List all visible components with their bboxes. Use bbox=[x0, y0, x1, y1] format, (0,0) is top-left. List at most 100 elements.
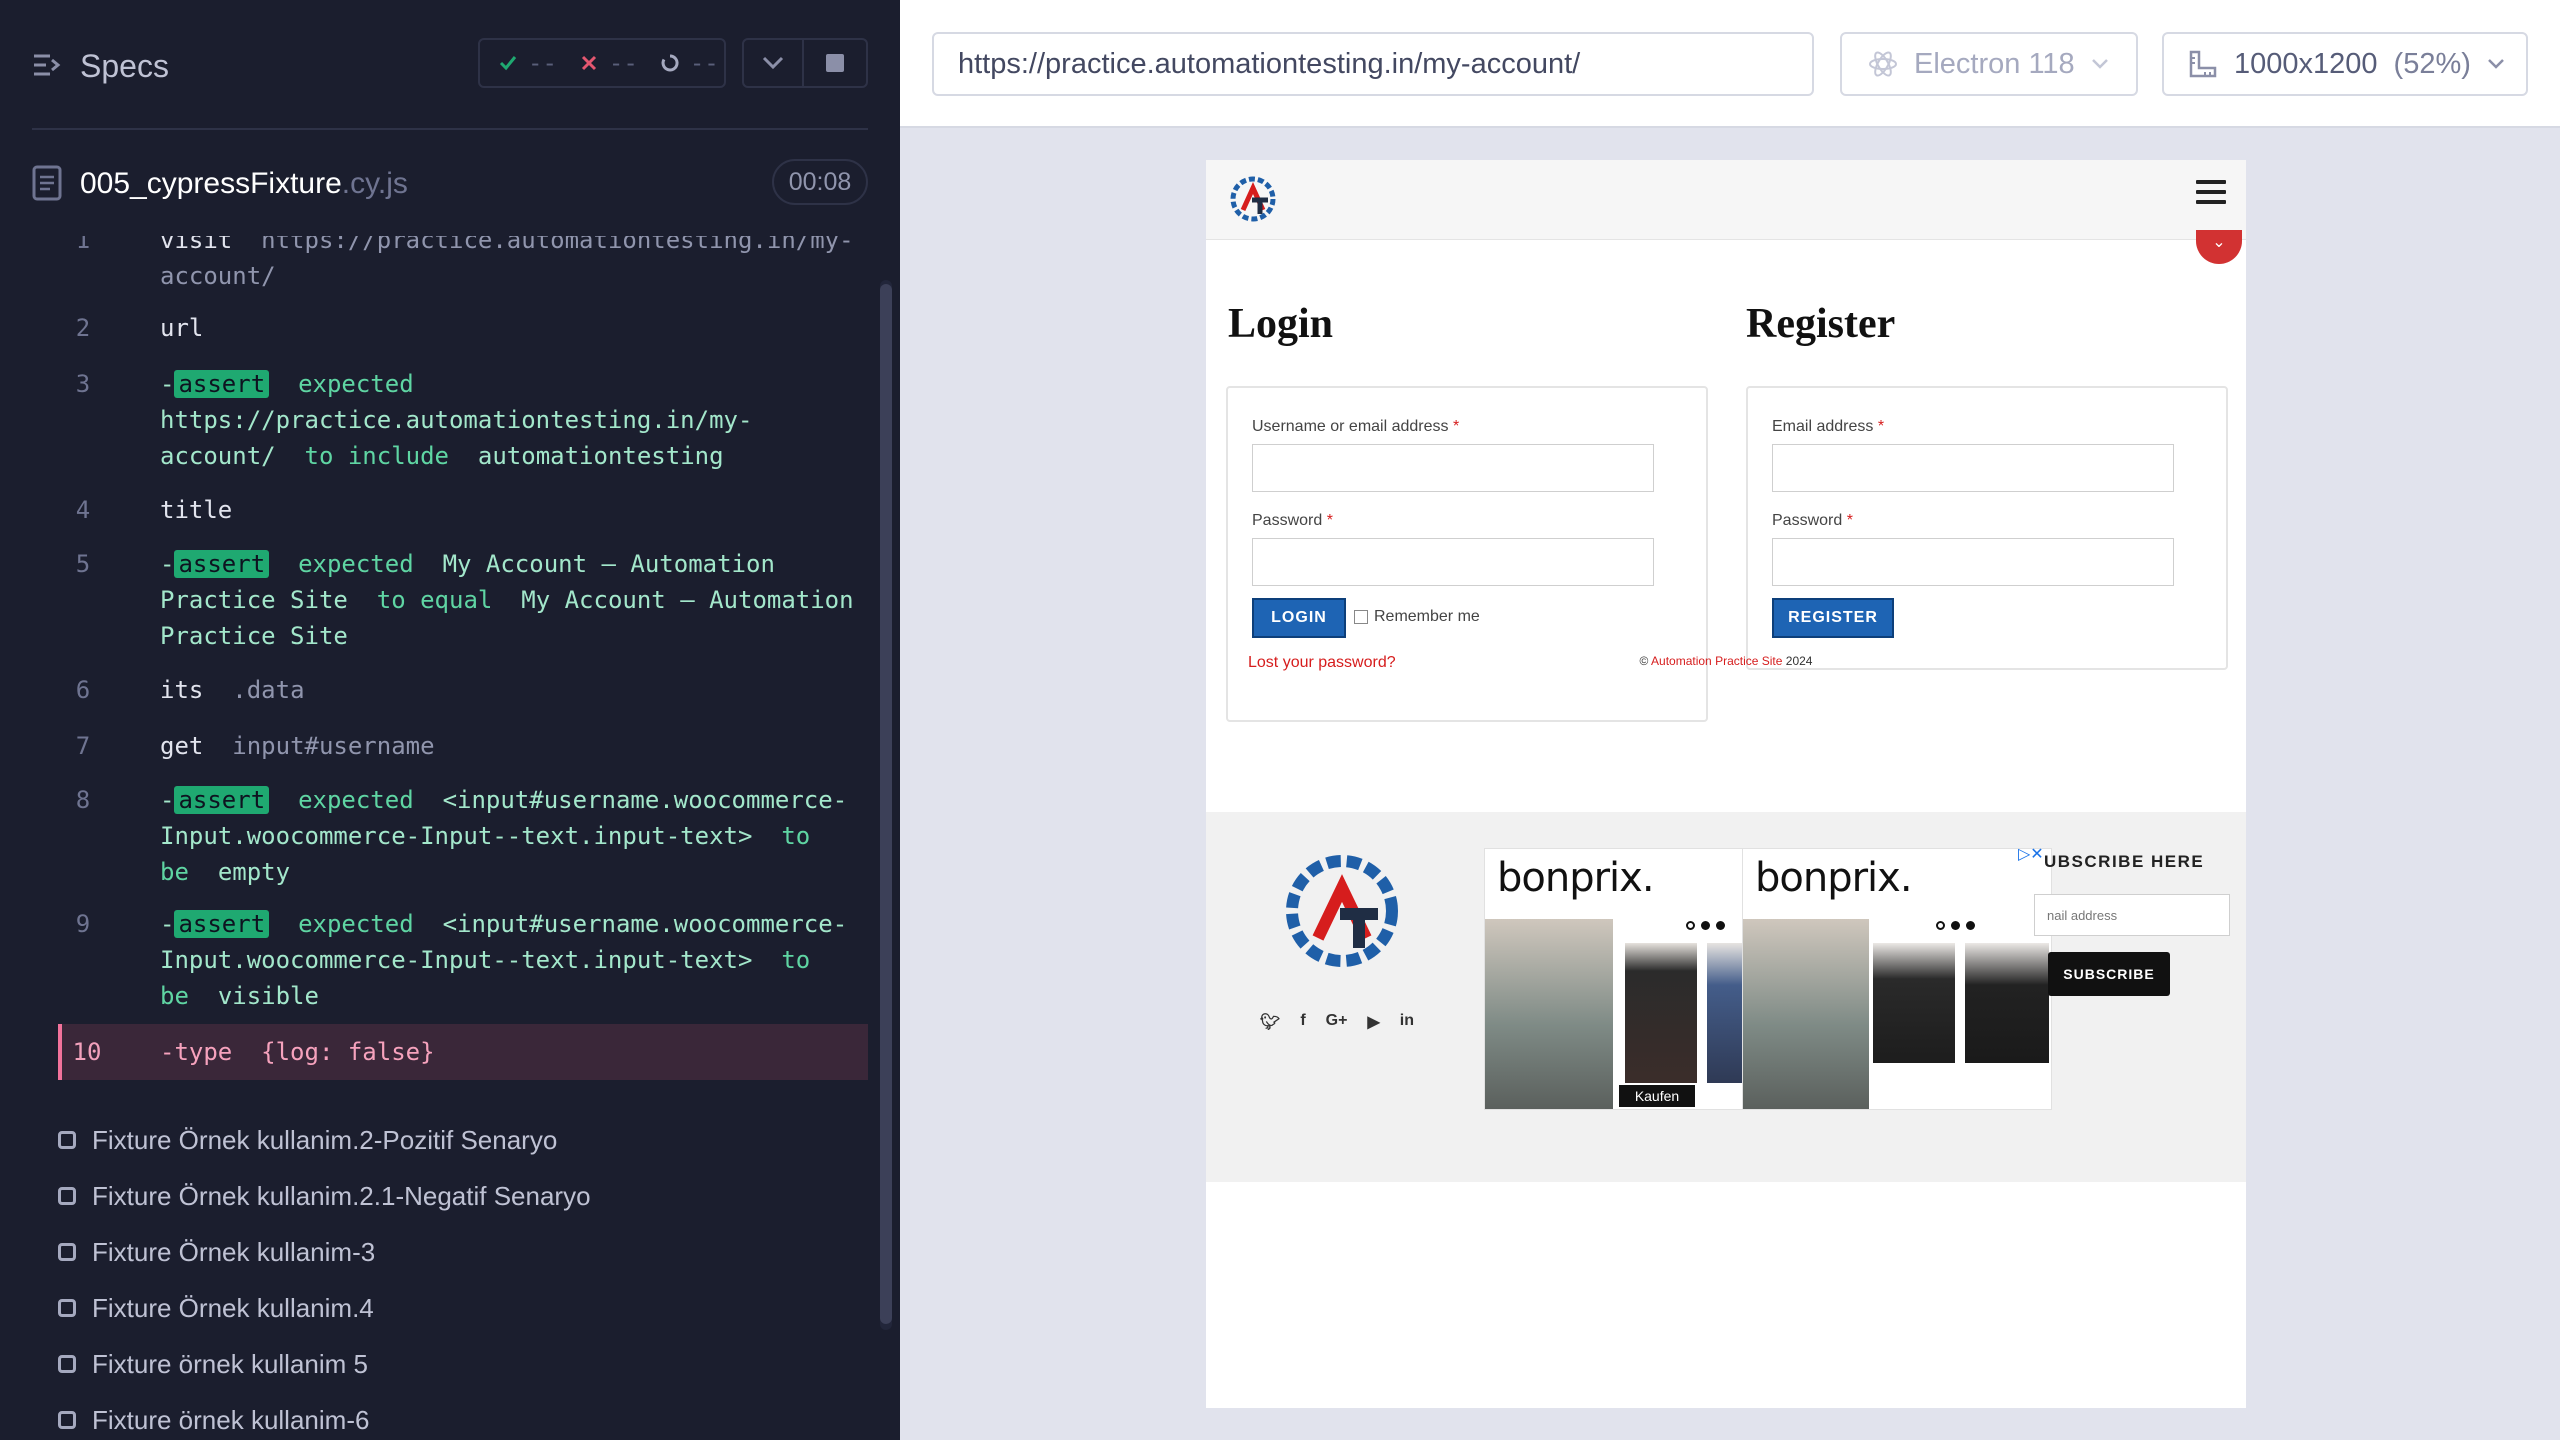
command-row[interactable]: 5 - assert expected My Account – Automati… bbox=[58, 546, 868, 654]
copyright: © Automation Practice Site 2024 bbox=[1639, 654, 1813, 668]
file-icon bbox=[32, 165, 62, 201]
spec-file-row: 005_cypressFixture.cy.js 00:08 bbox=[0, 155, 900, 211]
test-item[interactable]: Fixture Örnek kullanim.4 bbox=[58, 1280, 868, 1336]
pending-test-icon bbox=[58, 1131, 76, 1149]
email-label: Email address * bbox=[1772, 418, 1885, 435]
login-form: Username or email address * Password * L… bbox=[1226, 386, 1708, 722]
ad-photo bbox=[1743, 919, 1869, 1109]
ad-brand: bonprix. bbox=[1755, 855, 1913, 901]
specs-label[interactable]: Specs bbox=[80, 48, 169, 85]
username-input[interactable] bbox=[1252, 444, 1654, 492]
twitter-icon[interactable]: 🐦︎ bbox=[1260, 1012, 1280, 1032]
passed-stat: -- bbox=[498, 49, 557, 77]
pending-stat: -- bbox=[660, 49, 719, 77]
command-row[interactable]: 3 - assert expected https://practice.auto… bbox=[58, 366, 868, 474]
footer-logo[interactable] bbox=[1282, 848, 1402, 974]
youtube-icon[interactable]: ▶ bbox=[1367, 1012, 1379, 1032]
facebook-icon[interactable]: f bbox=[1300, 1012, 1305, 1032]
electron-icon bbox=[1869, 51, 1897, 77]
specs-icon[interactable] bbox=[32, 50, 62, 80]
ad-photo bbox=[1485, 919, 1613, 1109]
register-heading: Register bbox=[1746, 301, 1896, 347]
ruler-icon bbox=[2189, 50, 2217, 78]
stop-button[interactable] bbox=[802, 38, 868, 88]
ad-banner[interactable]: bonprix. Kaufen bbox=[1484, 848, 1744, 1110]
cypress-reporter: Specs -- -- -- 005_cypressFixture.cy.js … bbox=[0, 0, 900, 1440]
viewport-size: 1000x1200 bbox=[2234, 47, 2378, 80]
spec-duration: 00:08 bbox=[772, 159, 868, 205]
test-item[interactable]: Fixture örnek kullanim-6 bbox=[58, 1392, 868, 1440]
site-header bbox=[1206, 160, 2246, 240]
email-input[interactable] bbox=[1772, 444, 2174, 492]
linkedin-icon[interactable]: in bbox=[1400, 1012, 1414, 1032]
pending-icon bbox=[661, 54, 679, 72]
ad-banner[interactable]: bonprix. bbox=[1742, 848, 2052, 1110]
test-item[interactable]: Fixture Örnek kullanim.2.1-Negatif Senar… bbox=[58, 1168, 868, 1224]
pending-test-icon bbox=[58, 1411, 76, 1429]
register-form: Email address * Password * REGISTER bbox=[1746, 386, 2228, 670]
test-item[interactable]: Fixture Örnek kullanim.2-Pozitif Senaryo bbox=[58, 1112, 868, 1168]
command-row[interactable]: 1 visit https://practice.automationtesti… bbox=[58, 236, 868, 294]
ad-close-icon[interactable]: ▷✕ bbox=[2018, 844, 2044, 864]
url-bar[interactable]: https://practice.automationtesting.in/my… bbox=[932, 32, 1814, 96]
reporter-scrollbar[interactable] bbox=[880, 284, 892, 1324]
subscribe-email-input[interactable]: nail address bbox=[2034, 894, 2230, 936]
login-heading: Login bbox=[1228, 301, 1334, 347]
login-button[interactable]: LOGIN bbox=[1252, 598, 1346, 638]
aut-page: ⌄ Login Username or email address * Pass… bbox=[1206, 160, 2246, 1408]
ad-cta[interactable]: Kaufen bbox=[1619, 1085, 1695, 1107]
ad-brand: bonprix. bbox=[1497, 855, 1655, 901]
copyright-link[interactable]: Automation Practice Site bbox=[1651, 654, 1782, 668]
google-plus-icon[interactable]: G+ bbox=[1326, 1012, 1348, 1032]
site-logo[interactable] bbox=[1226, 172, 1280, 226]
collapse-button[interactable] bbox=[742, 38, 804, 88]
social-links: 🐦︎ f G+ ▶ in bbox=[1260, 1012, 1414, 1032]
command-row[interactable]: 8 - assert expected <input#username.wooco… bbox=[58, 782, 868, 890]
chevron-down-icon bbox=[2488, 59, 2504, 69]
command-row[interactable]: 4 title bbox=[58, 492, 868, 528]
ad-photo bbox=[1625, 943, 1697, 1083]
pending-test-icon bbox=[58, 1243, 76, 1261]
command-log[interactable]: 1 visit https://practice.automationtesti… bbox=[58, 236, 868, 1082]
header-divider bbox=[32, 128, 868, 130]
failed-stat: -- bbox=[579, 49, 638, 77]
viewport-selector[interactable]: 1000x1200 (52%) bbox=[2162, 32, 2528, 96]
browser-label: Electron 118 bbox=[1914, 47, 2075, 80]
assert-badge: assert bbox=[174, 550, 270, 578]
spec-file-name[interactable]: 005_cypressFixture.cy.js bbox=[80, 167, 408, 201]
ad-carousel-dots bbox=[1686, 921, 1725, 930]
register-button[interactable]: REGISTER bbox=[1772, 598, 1894, 638]
subscribe-button[interactable]: SUBSCRIBE bbox=[2048, 952, 2170, 996]
command-row-active[interactable]: 10 -type {log: false} bbox=[58, 1024, 868, 1080]
test-item[interactable]: Fixture örnek kullanim 5 bbox=[58, 1336, 868, 1392]
pending-count: -- bbox=[689, 49, 719, 77]
command-row[interactable]: 2 url bbox=[58, 310, 868, 346]
pending-test-icon bbox=[58, 1299, 76, 1317]
command-row[interactable]: 6 its .data bbox=[58, 672, 868, 708]
test-item[interactable]: Fixture Örnek kullanim-3 bbox=[58, 1224, 868, 1280]
scroll-indicator-icon[interactable]: ⌄ bbox=[2196, 230, 2242, 264]
pending-test-icon bbox=[58, 1355, 76, 1373]
browser-selector[interactable]: Electron 118 bbox=[1840, 32, 2138, 96]
passed-count: -- bbox=[528, 49, 557, 77]
password-label: Password * bbox=[1252, 512, 1333, 529]
failed-count: -- bbox=[608, 49, 638, 77]
register-password-input[interactable] bbox=[1772, 538, 2174, 586]
stop-icon bbox=[826, 54, 844, 72]
remember-me[interactable]: Remember me bbox=[1354, 608, 1480, 626]
remember-checkbox[interactable] bbox=[1354, 610, 1368, 624]
ad-photo bbox=[1707, 943, 1743, 1083]
pending-test-icon bbox=[58, 1187, 76, 1205]
menu-icon[interactable] bbox=[2196, 180, 2226, 208]
chevron-down-icon bbox=[2091, 59, 2108, 69]
password-input[interactable] bbox=[1252, 538, 1654, 586]
command-row[interactable]: 9 - assert expected <input#username.wooco… bbox=[58, 906, 868, 1014]
assert-badge: assert bbox=[174, 910, 270, 938]
chevron-down-icon bbox=[762, 56, 784, 70]
username-label: Username or email address * bbox=[1252, 418, 1460, 435]
viewport-zoom: (52%) bbox=[2393, 47, 2471, 80]
check-icon bbox=[499, 56, 517, 71]
site-footer: 🐦︎ f G+ ▶ in bonprix. Kaufen bonprix. ▷✕… bbox=[1206, 812, 2246, 1182]
ad-photo bbox=[1873, 943, 1955, 1063]
command-row[interactable]: 7 get input#username bbox=[58, 728, 868, 764]
